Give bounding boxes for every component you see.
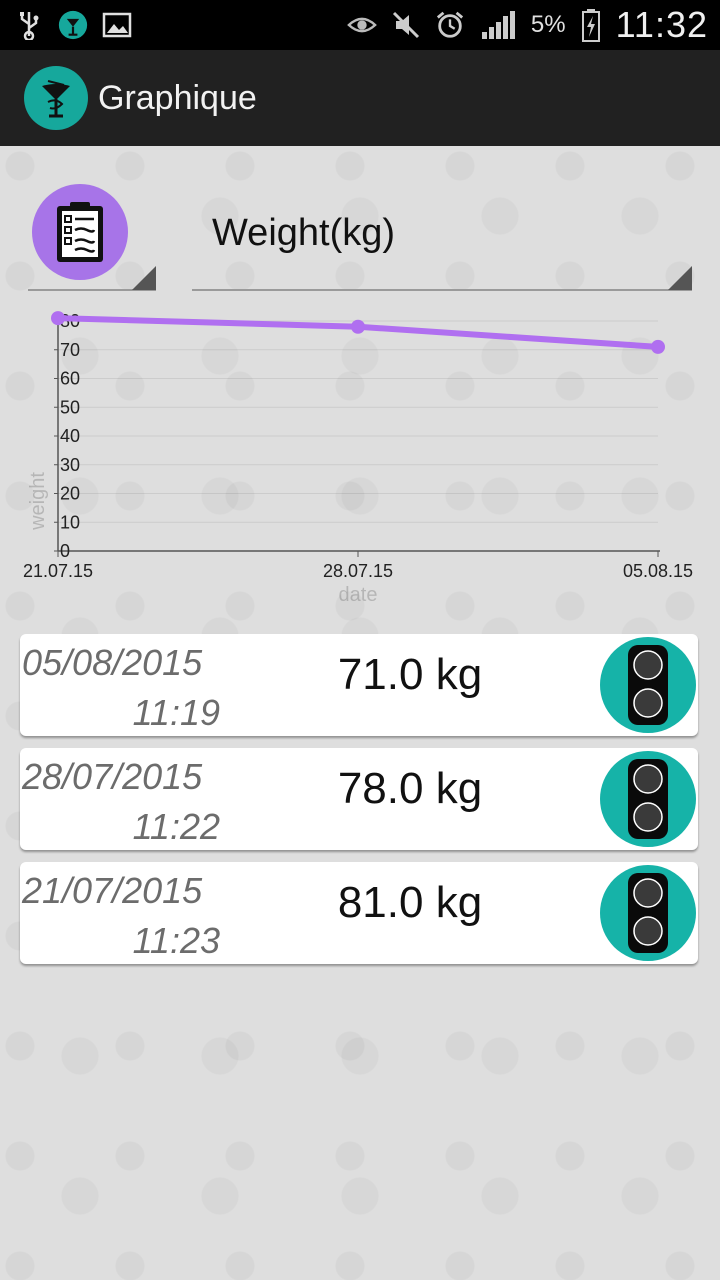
entry-date: 05/08/2015 (22, 642, 203, 683)
y-tick-label: 10 (60, 512, 80, 532)
y-tick-label: 30 (60, 455, 80, 475)
traffic-light-icon[interactable] (600, 637, 696, 733)
entry-date: 21/07/2015 (22, 870, 203, 911)
entry-time: 11:19 (132, 692, 220, 733)
entry-time: 11:23 (132, 920, 220, 961)
measure-spinner-underline (192, 289, 692, 291)
page-title: Graphique (98, 78, 257, 117)
status-bar-right: 5% 11:32 (347, 4, 708, 46)
traffic-light-icon[interactable] (600, 865, 696, 961)
x-tick-label: 21.07.15 (23, 561, 93, 581)
action-bar: Graphique (0, 50, 720, 146)
content-area: Weight(kg) 0 10 20 30 40 50 60 70 80 weight 21.07.… (0, 146, 720, 1280)
clipboard-list-icon[interactable] (32, 184, 128, 280)
list-item[interactable]: 05/08/2015 11:19 71.0 kg (20, 634, 698, 736)
status-bar: 5% 11:32 (0, 0, 720, 50)
selector-row: Weight(kg) (0, 146, 720, 296)
usb-icon (14, 10, 44, 40)
eye-icon (347, 10, 377, 40)
list-item[interactable]: 28/07/2015 11:22 78.0 kg (20, 748, 698, 850)
x-tick-label: 05.08.15 (623, 561, 693, 581)
entry-date: 28/07/2015 (22, 756, 203, 797)
y-tick-label: 40 (60, 426, 80, 446)
measure-spinner-arrow-icon[interactable] (668, 266, 692, 290)
signal-icon (479, 10, 517, 40)
status-bar-left (14, 10, 132, 40)
caduceus-icon[interactable] (24, 66, 88, 130)
y-tick-label: 20 (60, 484, 80, 504)
measure-spinner-value: Weight(kg) (212, 212, 396, 254)
entry-value: 78.0 kg (337, 764, 483, 813)
app-notification-icon (58, 10, 88, 40)
alarm-icon (435, 10, 465, 40)
battery-percent: 5% (530, 11, 566, 38)
gallery-icon (102, 10, 132, 40)
battery-charging-icon (580, 9, 602, 42)
traffic-light-icon[interactable] (600, 751, 696, 847)
entry-time: 11:22 (132, 806, 220, 847)
mute-icon (391, 10, 421, 40)
entry-value: 71.0 kg (337, 650, 483, 699)
data-point (51, 311, 65, 326)
data-point (651, 339, 665, 354)
y-tick-label: 70 (60, 340, 80, 360)
clock: 11:32 (615, 4, 708, 45)
x-axis-label: date (339, 584, 378, 606)
list-spinner-arrow-icon[interactable] (132, 266, 156, 290)
weight-line-chart: 01020304050607080weight21.07.15 28.07.15 0… (23, 311, 693, 606)
list-item[interactable]: 21/07/2015 11:23 81.0 kg (20, 862, 698, 964)
x-tick-label: 28.07.15 (323, 561, 393, 581)
entry-value: 81.0 kg (337, 878, 483, 927)
y-tick-label: 60 (60, 369, 80, 389)
y-tick-label: 50 (60, 397, 80, 417)
y-tick-label: 0 (60, 541, 70, 561)
y-axis-label: weight (27, 472, 49, 531)
data-point (351, 319, 365, 334)
